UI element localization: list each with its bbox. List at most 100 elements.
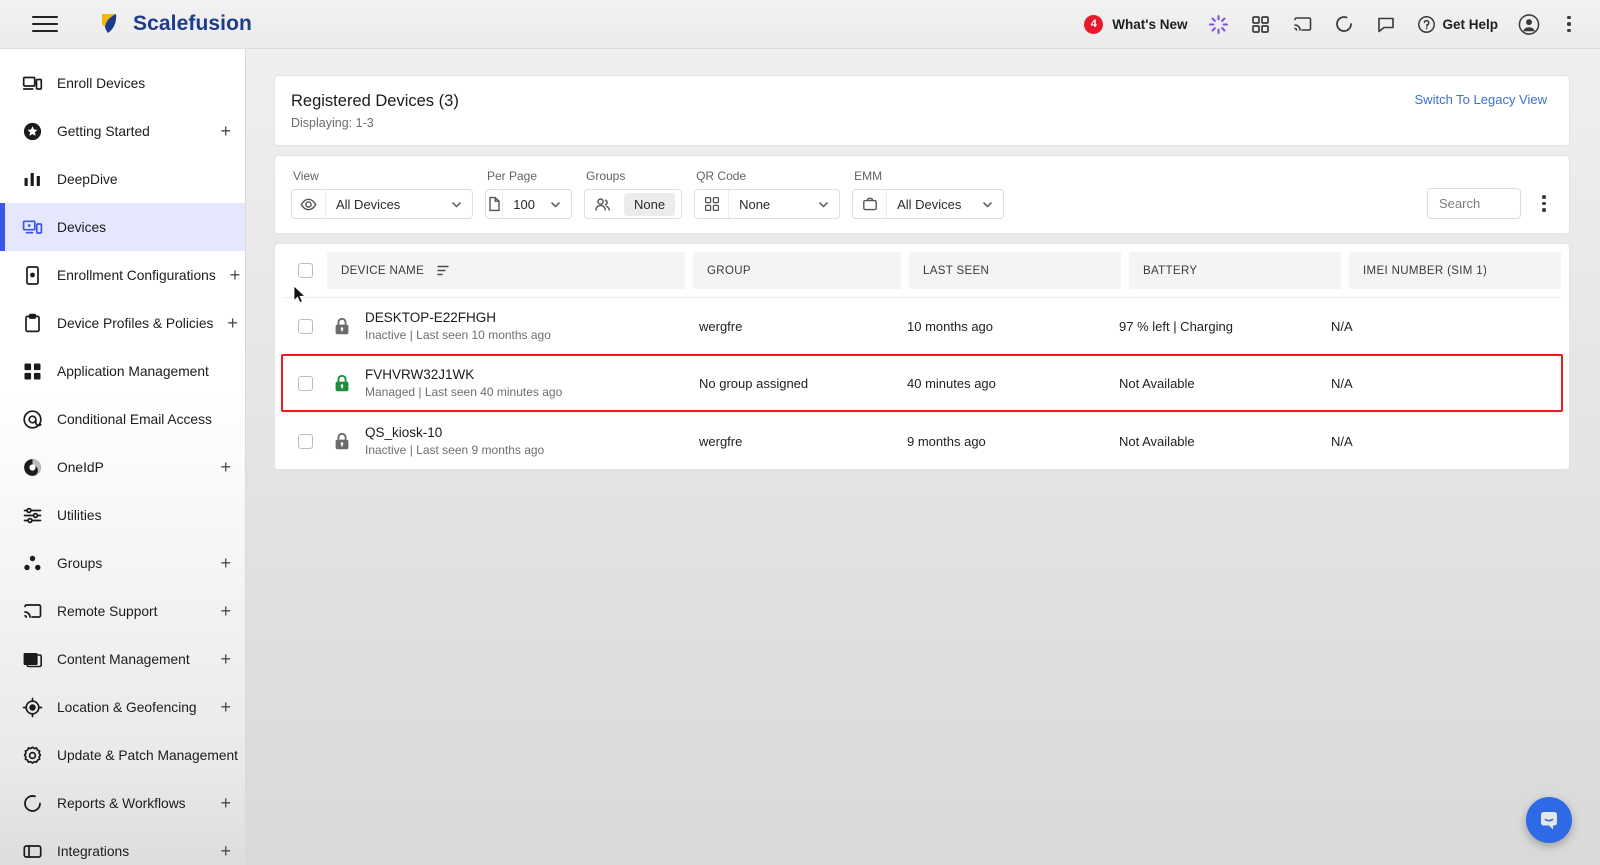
chevron-down-icon[interactable] bbox=[545, 198, 571, 211]
chevron-down-icon[interactable] bbox=[446, 198, 472, 211]
chevron-down-icon[interactable] bbox=[813, 198, 839, 211]
sidebar-item-enrollment-configurations[interactable]: Enrollment Configurations + bbox=[0, 251, 245, 299]
view-select[interactable]: All Devices bbox=[291, 189, 473, 219]
whats-new-badge: 4 bbox=[1084, 14, 1104, 34]
row-checkbox[interactable] bbox=[297, 433, 313, 449]
sidebar-item-remote-support[interactable]: Remote Support + bbox=[0, 587, 245, 635]
sidebar-item-reports-workflows[interactable]: Reports & Workflows + bbox=[0, 779, 245, 827]
cast-icon[interactable] bbox=[1291, 13, 1313, 35]
sidebar-label: OneIdP bbox=[57, 459, 104, 475]
get-help-label: Get Help bbox=[1442, 16, 1498, 32]
eye-icon bbox=[292, 190, 326, 218]
ai-sparkle-icon[interactable] bbox=[1207, 13, 1229, 35]
filter-groups-label: Groups bbox=[586, 169, 626, 183]
filter-per-page: Per Page 100 bbox=[485, 169, 572, 219]
row-checkbox[interactable] bbox=[297, 375, 313, 391]
sidebar-item-deepdive[interactable]: DeepDive bbox=[0, 155, 245, 203]
device-name-cell: FVHVRW32J1WK Managed | Last seen 40 minu… bbox=[357, 367, 685, 399]
sidebar-item-device-profiles-policies[interactable]: Device Profiles & Policies + bbox=[0, 299, 245, 347]
sidebar-expand-icon[interactable]: + bbox=[220, 554, 231, 572]
groups-select[interactable]: None bbox=[584, 189, 683, 219]
sidebar-item-content-management[interactable]: Content Management + bbox=[0, 635, 245, 683]
table-row[interactable]: QS_kiosk-10 Inactive | Last seen 9 month… bbox=[283, 412, 1561, 469]
row-checkbox[interactable] bbox=[297, 318, 313, 334]
clipboard-icon bbox=[22, 313, 43, 334]
intercom-chat-button[interactable] bbox=[1526, 797, 1572, 843]
table-options-more-icon[interactable] bbox=[1535, 195, 1553, 212]
sidebar-label: Integrations bbox=[57, 843, 130, 859]
groups-value[interactable]: None bbox=[624, 192, 676, 216]
column-header-last-seen[interactable]: LAST SEEN bbox=[909, 252, 1121, 289]
sidebar-item-location-geofencing[interactable]: Location & Geofencing + bbox=[0, 683, 245, 731]
last-seen-cell: 10 months ago bbox=[893, 319, 1105, 334]
sidebar-item-devices[interactable]: Devices bbox=[0, 203, 245, 251]
device-meta: Inactive | Last seen 10 months ago bbox=[365, 328, 551, 342]
emm-value: All Devices bbox=[897, 196, 962, 212]
column-header-device-name[interactable]: DEVICE NAME bbox=[327, 252, 685, 289]
sidebar-expand-icon[interactable]: + bbox=[227, 314, 238, 332]
imei-value: N/A bbox=[1331, 318, 1353, 334]
page-subtitle: Displaying: 1-3 bbox=[291, 116, 374, 130]
sidebar-expand-icon[interactable]: + bbox=[220, 650, 231, 668]
sidebar-expand-icon[interactable]: + bbox=[220, 794, 231, 812]
table-row[interactable]: FVHVRW32J1WK Managed | Last seen 40 minu… bbox=[281, 354, 1563, 412]
sidebar-item-application-management[interactable]: Application Management bbox=[0, 347, 245, 395]
sidebar-label: DeepDive bbox=[57, 171, 118, 187]
column-label: IMEI NUMBER (SIM 1) bbox=[1363, 264, 1488, 277]
sidebar-item-utilities[interactable]: Utilities bbox=[0, 491, 245, 539]
sidebar-item-getting-started[interactable]: Getting Started + bbox=[0, 107, 245, 155]
sidebar-expand-icon[interactable]: + bbox=[220, 122, 231, 140]
column-header-group[interactable]: GROUP bbox=[693, 252, 901, 289]
emm-select[interactable]: All Devices bbox=[852, 189, 1005, 219]
sidebar-item-oneidp[interactable]: OneIdP + bbox=[0, 443, 245, 491]
per-page-select[interactable]: 100 bbox=[485, 189, 572, 219]
sidebar-item-groups[interactable]: Groups + bbox=[0, 539, 245, 587]
table-row[interactable]: DESKTOP-E22FHGH Inactive | Last seen 10 … bbox=[283, 297, 1561, 354]
chevron-down-icon[interactable] bbox=[977, 198, 1003, 211]
sidebar-expand-icon[interactable]: + bbox=[230, 266, 241, 284]
whats-new-label: What's New bbox=[1112, 16, 1188, 32]
select-all-cell bbox=[283, 263, 327, 278]
sidebar-expand-icon[interactable]: + bbox=[220, 602, 231, 620]
account-circle-icon[interactable] bbox=[1518, 13, 1540, 35]
brand[interactable]: Scalefusion bbox=[98, 11, 252, 37]
sidebar-item-integrations[interactable]: Integrations + bbox=[0, 827, 245, 865]
sidebar-label: Enroll Devices bbox=[57, 75, 146, 91]
apps-grid-icon[interactable] bbox=[1249, 13, 1271, 35]
people-icon bbox=[585, 190, 619, 218]
sort-icon[interactable] bbox=[436, 263, 451, 278]
help-circle-icon bbox=[1418, 15, 1436, 33]
search-input[interactable] bbox=[1427, 188, 1521, 219]
sidebar-expand-icon[interactable]: + bbox=[220, 842, 231, 860]
apps-grid-icon bbox=[22, 361, 43, 382]
switch-to-legacy-view-link[interactable]: Switch To Legacy View bbox=[1415, 92, 1547, 107]
chat-bubble-icon[interactable] bbox=[1375, 13, 1397, 35]
column-header-battery[interactable]: BATTERY bbox=[1129, 252, 1341, 289]
imei-value: N/A bbox=[1331, 375, 1353, 391]
battery-cell: Not Available bbox=[1105, 376, 1317, 391]
refresh-circle-icon[interactable] bbox=[1333, 13, 1355, 35]
filter-emm-label: EMM bbox=[854, 169, 883, 183]
select-all-checkbox[interactable] bbox=[297, 263, 313, 278]
sidebar-expand-icon[interactable]: + bbox=[220, 458, 231, 476]
column-header-imei[interactable]: IMEI NUMBER (SIM 1) bbox=[1349, 252, 1561, 289]
more-vertical-icon[interactable] bbox=[1560, 15, 1578, 33]
scalefusion-dashboard: Scalefusion 4 What's New Get Help Enroll… bbox=[0, 0, 1600, 865]
devices-icon bbox=[22, 217, 43, 238]
refresh-circle-icon bbox=[22, 793, 43, 814]
whats-new-button[interactable]: 4 What's New bbox=[1084, 14, 1188, 34]
get-help-button[interactable]: Get Help bbox=[1417, 15, 1498, 34]
device-name-cell: QS_kiosk-10 Inactive | Last seen 9 month… bbox=[357, 425, 685, 457]
page-title: Registered Devices (3) bbox=[291, 92, 459, 110]
sidebar-item-conditional-email-access[interactable]: Conditional Email Access bbox=[0, 395, 245, 443]
hamburger-menu-icon[interactable] bbox=[32, 11, 58, 37]
brand-name: Scalefusion bbox=[133, 12, 252, 35]
qr-code-select[interactable]: None bbox=[694, 189, 841, 219]
sidebar-item-enroll-devices[interactable]: Enroll Devices bbox=[0, 59, 245, 107]
sidebar-expand-icon[interactable]: + bbox=[220, 698, 231, 716]
sidebar-item-update-patch-management[interactable]: Update & Patch Management + bbox=[0, 731, 245, 779]
filter-qr-code: QR Code None bbox=[694, 169, 841, 219]
last-seen-cell: 40 minutes ago bbox=[893, 376, 1105, 391]
imei-cell: N/A bbox=[1317, 434, 1561, 449]
main-content: Registered Devices (3) Displaying: 1-3 S… bbox=[246, 49, 1600, 865]
